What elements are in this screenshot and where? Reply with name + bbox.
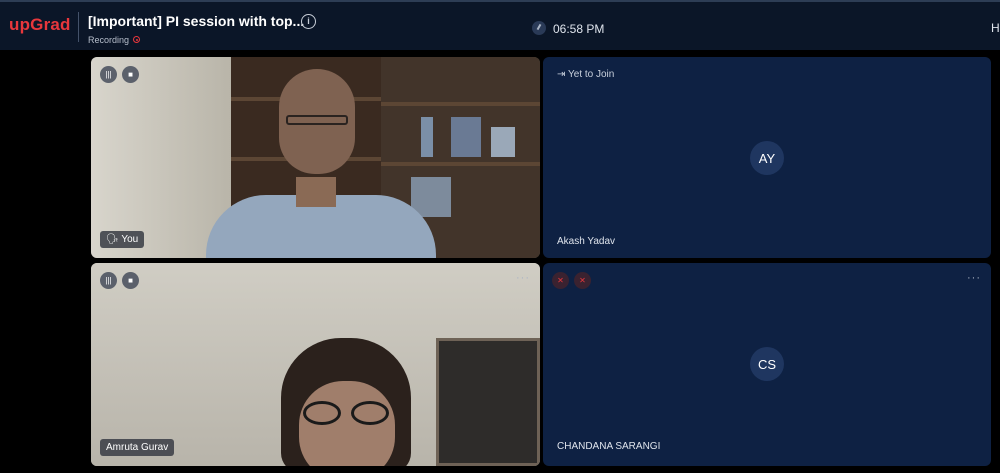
participant-glasses <box>286 115 348 125</box>
more-options-icon[interactable]: ··· <box>516 272 530 284</box>
camera-icon[interactable]: ■ <box>122 272 139 289</box>
camera-off-icon[interactable]: ✕ <box>574 272 591 289</box>
speaker-icon: 🗣 <box>106 234 119 245</box>
participant-name-tag: Amruta Gurav <box>100 439 175 456</box>
amruta-controls: ||| ■ <box>100 272 139 289</box>
video-tile-akash-yadav[interactable]: ⇥ Yet to Join AY Akash Yadav <box>543 57 991 258</box>
you-name: You <box>121 234 139 245</box>
participant-name: CHANDANA SARANGI <box>557 441 661 452</box>
info-icon[interactable]: i <box>301 14 316 29</box>
meeting-time: 06:58 PM <box>553 22 605 36</box>
participant-neck <box>296 177 336 207</box>
session-title: [Important] PI session with top... <box>88 13 305 29</box>
door-icon: ⇥ <box>557 69 566 80</box>
header-right-label[interactable]: H <box>991 21 1000 35</box>
avatar: CS <box>750 347 784 381</box>
recording-label: Recording <box>88 35 130 45</box>
yet-to-join-status: ⇥ Yet to Join <box>557 69 614 80</box>
video-tile-you[interactable]: ||| ■ 🗣 You <box>91 57 540 258</box>
more-options-icon[interactable]: ··· <box>967 272 981 284</box>
you-controls: ||| ■ <box>100 66 139 83</box>
you-name-tag: 🗣 You <box>100 231 145 248</box>
header-divider <box>78 12 79 42</box>
video-background <box>91 57 231 258</box>
participant-glasses <box>303 401 393 427</box>
camera-icon[interactable]: ■ <box>122 66 139 83</box>
yet-to-join-label: Yet to Join <box>568 69 615 80</box>
mic-off-icon[interactable]: ✕ <box>552 272 569 289</box>
video-tile-amruta-gurav[interactable]: ||| ■ ··· Amruta Gurav <box>91 263 540 466</box>
wall-frame-image <box>436 338 540 466</box>
recording-dot-icon <box>133 36 140 43</box>
participant-name: Akash Yadav <box>557 236 616 247</box>
avatar: AY <box>750 141 784 175</box>
chandana-controls: ✕ ✕ <box>552 272 591 289</box>
mic-bars-icon[interactable]: ||| <box>100 272 117 289</box>
video-tile-chandana-sarangi[interactable]: ✕ ✕ ··· CS CHANDANA SARANGI <box>543 263 991 466</box>
top-bar: upGrad [Important] PI session with top..… <box>0 0 1000 50</box>
upgrad-logo: upGrad <box>9 15 71 34</box>
mic-bars-icon[interactable]: ||| <box>100 66 117 83</box>
clock-icon <box>532 21 546 35</box>
